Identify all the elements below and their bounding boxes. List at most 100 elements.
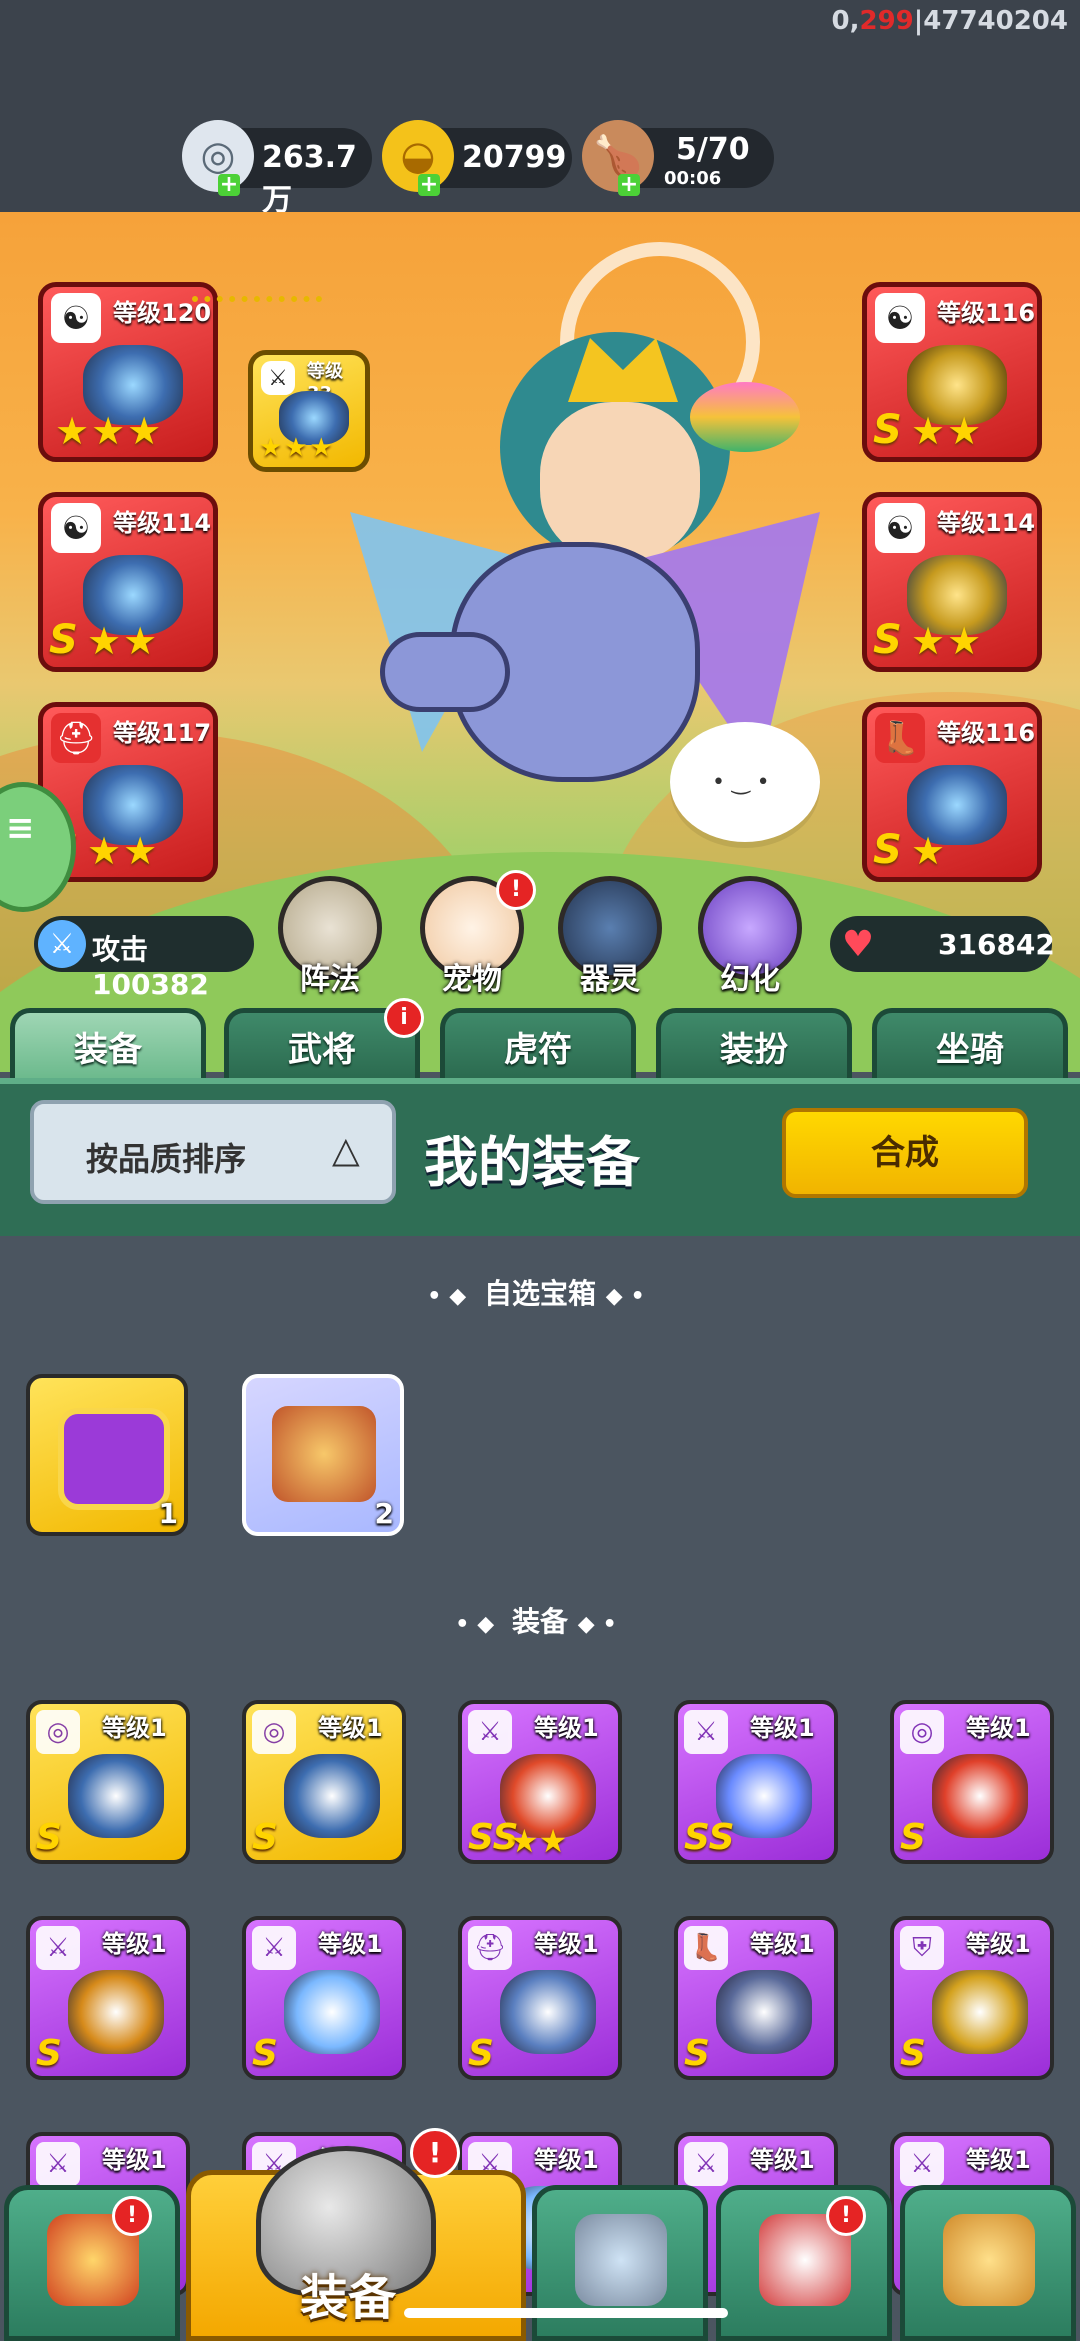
item-grade: S (36, 1817, 62, 1858)
slot-grade: S (873, 827, 902, 873)
chest-item-1[interactable]: 1 (26, 1374, 188, 1536)
item-art (68, 1754, 164, 1838)
heart-icon: ♥ (841, 924, 875, 965)
slot-level: 等级117 (113, 719, 212, 747)
boot-icon: 👢 (875, 713, 925, 763)
tab-label: 坐骑 (936, 1030, 1004, 1070)
item-level: 等级1 (318, 1714, 383, 1742)
gold-resource[interactable]: ◒ + 20799 (382, 120, 572, 196)
tab-label: 装扮 (720, 1030, 788, 1070)
item-stars: ★★ (510, 1822, 568, 1860)
equip-slot-right-1[interactable]: ☯ 等级116 S ★★ (862, 282, 1042, 462)
slot-grade: S (873, 617, 902, 663)
tab-outfit[interactable]: 装扮 (656, 1008, 852, 1080)
slot-stars: ★★ (87, 619, 160, 663)
item-level: 等级1 (534, 1714, 599, 1742)
item-grade: S (684, 2033, 710, 2074)
add-gold-button[interactable]: + (418, 174, 440, 196)
equip-slot-right-3[interactable]: 👢 等级116 S ★ (862, 702, 1042, 882)
equip-slot-left-1[interactable]: ☯ 等级120 ★★★ (38, 282, 218, 462)
item-level: 等级1 (750, 2146, 815, 2174)
pet-alert-badge: ! (496, 870, 536, 910)
equipment-item[interactable]: ◎ 等级1 S (26, 1700, 190, 1864)
equipment-item[interactable]: ◎ 等级1 S (242, 1700, 406, 1864)
equipment-item[interactable]: ⚔ 等级1 SS ★★ (458, 1700, 622, 1864)
home-indicator[interactable] (404, 2308, 728, 2318)
sword-icon: ⚔ (684, 1710, 728, 1754)
item-level: 等级1 (102, 1930, 167, 1958)
chest-item-2[interactable]: 2 (242, 1374, 404, 1536)
sword-icon: ⚔ (261, 361, 295, 395)
sword-icon: ⚔ (36, 2142, 80, 2186)
sword-icon: ⚔ (38, 920, 86, 968)
sword-icon: ⚔ (252, 1926, 296, 1970)
equipment-item[interactable]: ⚔ 等级1 SS (674, 1700, 838, 1864)
equipment-item[interactable]: 👢 等级1 S (674, 1916, 838, 2080)
item-level: 等级1 (102, 2146, 167, 2174)
menu-icon: ≡ (6, 808, 35, 848)
slot-stars: ★★ (87, 829, 160, 873)
nav-city[interactable] (4, 2185, 180, 2341)
equipment-item[interactable]: ⛨ 等级1 S (890, 1916, 1054, 2080)
nav-heroes[interactable] (716, 2185, 892, 2341)
equip-slot-right-2[interactable]: ☯ 等级114 S ★★ (862, 492, 1042, 672)
page-title: 我的装备 (424, 1131, 640, 1194)
item-level: 等级1 (966, 2146, 1031, 2174)
fist-upgrade-icon (943, 2214, 1035, 2306)
equip-slot-left-2[interactable]: ☯ 等级114 S ★★ (38, 492, 218, 672)
section-title: 自选宝箱 (483, 1277, 596, 1310)
nav-upgrade[interactable] (900, 2185, 1076, 2341)
tab-equipment[interactable]: 装备 (10, 1008, 206, 1080)
chest-icon (58, 1408, 170, 1510)
item-grade: S (252, 2033, 278, 2074)
medal-icon: ◎ (252, 1710, 296, 1754)
silver-resource[interactable]: ◎ + 263.7万 (182, 120, 372, 218)
slot-stars: ★★ (911, 619, 984, 663)
synthesize-button[interactable]: 合成 (782, 1108, 1028, 1198)
equipment-item[interactable]: ⚔ 等级1 S (26, 1916, 190, 2080)
equipment-item[interactable]: ⚔ 等级1 S (242, 1916, 406, 2080)
slot-level: 等级114 (113, 509, 212, 537)
sword-icon: ⚔ (684, 2142, 728, 2186)
tab-label: 装备 (74, 1030, 142, 1070)
stamina-resource[interactable]: 🍗 + 5/70 00:06 (582, 120, 774, 196)
item-grade: S (900, 1817, 926, 1858)
stamina-timer: 00:06 (664, 168, 722, 189)
helmet-icon: ⛑ (468, 1926, 512, 1970)
tab-tiger-tally[interactable]: 虎符 (440, 1008, 636, 1080)
add-stamina-button[interactable]: + (618, 174, 640, 196)
item-grade: S (468, 2033, 494, 2074)
equipment-item[interactable]: ⛑ 等级1 S (458, 1916, 622, 2080)
item-grade: S (36, 2033, 62, 2074)
heroes-alert-badge: ! (826, 2196, 866, 2236)
linked-treasure-slot[interactable]: ⚔ 等级33 ★★★ (248, 350, 370, 472)
medal-icon: ◎ (36, 1710, 80, 1754)
hp-stat: ♥ 316842 (830, 916, 1055, 972)
tab-mount[interactable]: 坐骑 (872, 1008, 1068, 1080)
transform-label: 幻化 (720, 962, 780, 997)
item-level: 等级1 (534, 2146, 599, 2174)
item-level: 等级1 (318, 1930, 383, 1958)
hero-face (540, 402, 700, 562)
yin-yang-icon: ☯ (875, 503, 925, 553)
slot-level: 等级116 (937, 299, 1036, 327)
slot-stars: ★★★ (259, 433, 335, 463)
item-grade: S (900, 2033, 926, 2074)
pet-label: 宠物 (442, 962, 502, 997)
hp-value: 316842 (938, 928, 1055, 961)
yin-yang-icon: ☯ (875, 293, 925, 343)
slot-grade: S (873, 407, 902, 453)
lotus-icon (690, 382, 800, 452)
tab-label: 虎符 (504, 1030, 572, 1070)
add-silver-button[interactable]: + (218, 174, 240, 196)
attack-stat: ⚔ 攻击100382 (34, 916, 254, 1001)
item-level: 等级1 (966, 1930, 1031, 1958)
sort-dropdown[interactable]: 按品质排序 △ (30, 1100, 396, 1204)
equipment-alert-badge: ! (410, 2128, 460, 2178)
debug-readout: 0,299|47740204 (831, 6, 1068, 36)
slot-level: 等级116 (937, 719, 1036, 747)
yin-yang-icon: ☯ (51, 293, 101, 343)
chest-count: 1 (158, 1497, 178, 1530)
equipment-item[interactable]: ◎ 等级1 S (890, 1700, 1054, 1864)
item-art (284, 1754, 380, 1838)
